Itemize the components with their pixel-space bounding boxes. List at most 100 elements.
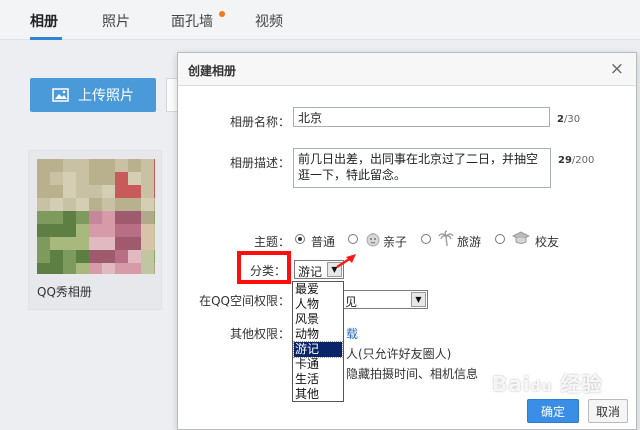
mosaic-tile [141, 224, 154, 237]
tab-face-wall[interactable]: 面孔墙 [171, 11, 213, 31]
permission-label: 在QQ空间权限： [199, 294, 290, 308]
mosaic-tile [154, 198, 155, 211]
mosaic-tile [128, 159, 141, 172]
mosaic-tile [63, 263, 76, 274]
active-tab-indicator [30, 37, 62, 40]
mosaic-tile [102, 224, 115, 237]
tab-albums[interactable]: 相册 [30, 11, 58, 31]
mosaic-tile [50, 224, 63, 237]
mosaic-tile [63, 198, 76, 211]
mosaic-tile [141, 250, 154, 263]
name-char-count: 2/30 [557, 114, 581, 125]
theme-radio-travel[interactable] [421, 234, 431, 244]
theme-radio-alumni[interactable] [495, 234, 505, 244]
theme-radio-normal[interactable] [295, 234, 305, 244]
mosaic-tile [102, 185, 115, 198]
mosaic-tile [37, 211, 50, 224]
mosaic-tile [76, 224, 89, 237]
mosaic-tile [89, 263, 102, 274]
theme-family-label: 亲子 [383, 235, 408, 249]
mosaic-tile [63, 172, 76, 185]
mosaic-tile [141, 263, 154, 274]
album-card[interactable]: QQ秀相册 [28, 150, 162, 310]
category-selected-value: 游记 [298, 265, 323, 279]
download-link[interactable]: 载 [346, 325, 358, 342]
category-option-selected[interactable]: 游记 [293, 341, 343, 358]
album-name-input[interactable] [293, 107, 550, 127]
mosaic-tile [50, 237, 63, 250]
cancel-button[interactable]: 取消 [588, 399, 628, 423]
theme-label: 主题： [253, 235, 290, 249]
mosaic-tile [128, 172, 141, 185]
confirm-button[interactable]: 确定 [527, 399, 579, 423]
mosaic-tile [115, 172, 128, 185]
album-desc-textarea[interactable] [293, 148, 551, 188]
upload-button-label: 上传照片 [78, 88, 134, 104]
mosaic-tile [63, 224, 76, 237]
mosaic-tile [115, 250, 128, 263]
mosaic-tile [141, 185, 154, 198]
mosaic-tile [102, 237, 115, 250]
theme-normal-label: 普通 [311, 235, 336, 249]
mosaic-tile [76, 172, 89, 185]
dialog-title: 创建相册 [188, 64, 237, 78]
theme-radio-family[interactable] [348, 234, 358, 244]
category-option[interactable]: 生活 [294, 372, 342, 387]
mosaic-tile [50, 263, 63, 274]
category-option[interactable]: 风景 [294, 312, 342, 327]
theme-alumni-label: 校友 [535, 235, 560, 249]
mosaic-tile [115, 185, 128, 198]
mosaic-tile [154, 159, 155, 172]
red-arrow-icon [334, 251, 360, 274]
dropdown-arrow-icon[interactable]: ▼ [411, 292, 426, 307]
mosaic-tile [89, 250, 102, 263]
mosaic-tile [128, 237, 141, 250]
mosaic-tile [154, 263, 155, 274]
close-icon[interactable]: × [610, 59, 624, 79]
mosaic-tile [102, 250, 115, 263]
mosaic-tile [50, 250, 63, 263]
image-upload-icon [52, 87, 70, 103]
permission-value: 见 [345, 295, 358, 309]
mosaic-tile [89, 198, 102, 211]
mosaic-tile [37, 198, 50, 211]
album-cover-image [37, 159, 155, 274]
top-tab-bar: 相册 照片 面孔墙 视频 [0, 0, 640, 40]
mosaic-tile [115, 237, 128, 250]
mosaic-tile [76, 237, 89, 250]
upload-photos-button[interactable]: 上传照片 [30, 78, 156, 112]
mosaic-tile [76, 211, 89, 224]
mosaic-tile [141, 172, 154, 185]
mosaic-tile [63, 185, 76, 198]
tab-photos[interactable]: 照片 [102, 11, 130, 31]
category-option[interactable]: 最爱 [294, 282, 342, 297]
category-option[interactable]: 动物 [294, 327, 342, 342]
mosaic-tile [154, 250, 155, 263]
mosaic-tile [115, 198, 128, 211]
mosaic-tile [141, 198, 154, 211]
circle-only-note: 人(只允许好友圈人) [346, 347, 452, 361]
mosaic-tile [89, 172, 102, 185]
mosaic-tile [128, 250, 141, 263]
mosaic-tile [37, 263, 50, 274]
mosaic-tile [50, 211, 63, 224]
mosaic-tile [128, 211, 141, 224]
mosaic-tile [141, 211, 154, 224]
baidu-watermark-logo: Baidu 经验 [492, 372, 603, 396]
category-option[interactable]: 其他 [294, 387, 342, 402]
category-dropdown-list: 最爱 人物 风景 动物 游记 卡通 生活 其他 [292, 281, 344, 402]
mosaic-tile [141, 237, 154, 250]
category-option[interactable]: 卡通 [294, 357, 342, 372]
mosaic-tile [128, 185, 141, 198]
category-option[interactable]: 人物 [294, 297, 342, 312]
baby-face-icon [365, 231, 381, 250]
tab-videos[interactable]: 视频 [255, 11, 283, 31]
mosaic-tile [102, 211, 115, 224]
mosaic-tile [63, 159, 76, 172]
mosaic-tile [154, 172, 155, 185]
mosaic-tile [76, 159, 89, 172]
album-desc-label: 相册描述： [229, 156, 290, 170]
mosaic-tile [37, 250, 50, 263]
mosaic-tile [76, 263, 89, 274]
mosaic-tile [50, 159, 63, 172]
